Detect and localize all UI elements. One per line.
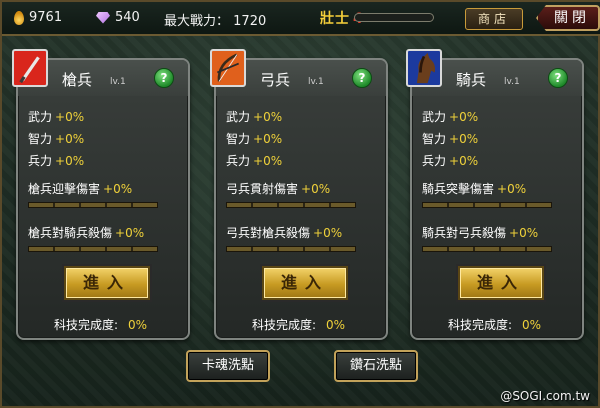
help-button[interactable]: ? xyxy=(154,68,174,88)
tech-progress: 科技完成度: 0% xyxy=(54,318,148,332)
bonus-counter-bar xyxy=(28,246,158,252)
stat-strength: 武力 +0% xyxy=(226,110,283,124)
gem-reset-button[interactable]: 鑽石洗點 xyxy=(334,350,418,382)
gold-icon xyxy=(14,10,24,25)
bonus-counter-bar xyxy=(422,246,552,252)
tech-progress: 科技完成度: 0% xyxy=(252,318,346,332)
unit-card-cavalry: 騎兵 lv.1 ? 武力 +0% 智力 +0% 兵力 +0% 騎兵突擊傷害 +0% 騎兵… xyxy=(406,49,584,340)
bonus-damage-bar xyxy=(422,202,552,208)
unit-level: lv.1 xyxy=(110,77,126,87)
help-button[interactable]: ? xyxy=(548,68,568,88)
unit-name: 弓兵 xyxy=(260,71,291,89)
unit-name: 騎兵 xyxy=(456,71,487,89)
bonus-damage-bar xyxy=(226,202,356,208)
soul-reset-button[interactable]: 卡魂洗點 xyxy=(186,350,270,382)
gold-value: 9761 xyxy=(29,10,63,25)
horse-icon xyxy=(406,49,442,87)
stat-strength: 武力 +0% xyxy=(28,110,85,124)
stat-troops: 兵力 +0% xyxy=(226,154,283,168)
bonus-counter: 騎兵對弓兵殺傷 +0% xyxy=(422,226,539,240)
game-screen: 9761 540 最大戰力： 1720 壯士4 商店 關閉 槍兵 lv.1 ? … xyxy=(0,0,600,408)
enter-button[interactable]: 進入 xyxy=(262,266,348,300)
bonus-damage: 騎兵突擊傷害 +0% xyxy=(422,182,527,196)
unit-level: lv.1 xyxy=(308,77,324,87)
bonus-damage: 弓兵貫射傷害 +0% xyxy=(226,182,331,196)
gem-counter: 540 xyxy=(96,10,140,25)
unit-name: 槍兵 xyxy=(62,71,93,89)
stat-intelligence: 智力 +0% xyxy=(226,132,283,146)
unit-level: lv.1 xyxy=(504,77,520,87)
gem-icon xyxy=(96,11,110,24)
top-bar: 9761 540 最大戰力： 1720 壯士4 商店 關閉 xyxy=(2,2,600,36)
stat-intelligence: 智力 +0% xyxy=(28,132,85,146)
shop-button[interactable]: 商店 xyxy=(465,8,523,30)
tech-progress: 科技完成度: 0% xyxy=(448,318,542,332)
bonus-damage-bar xyxy=(28,202,158,208)
close-button[interactable]: 關閉 xyxy=(536,5,600,31)
stat-strength: 武力 +0% xyxy=(422,110,479,124)
bonus-counter-bar xyxy=(226,246,356,252)
bonus-counter: 弓兵對槍兵殺傷 +0% xyxy=(226,226,343,240)
stat-troops: 兵力 +0% xyxy=(422,154,479,168)
stat-intelligence: 智力 +0% xyxy=(422,132,479,146)
rank-progress-bar xyxy=(354,13,434,22)
bow-icon xyxy=(210,49,246,87)
bonus-counter: 槍兵對騎兵殺傷 +0% xyxy=(28,226,145,240)
max-power: 最大戰力： 1720 xyxy=(164,10,266,29)
gem-value: 540 xyxy=(115,10,140,25)
watermark: @SOGI.com.tw xyxy=(500,389,590,403)
gold-counter: 9761 xyxy=(14,10,62,25)
bonus-damage: 槍兵迎擊傷害 +0% xyxy=(28,182,133,196)
max-power-label: 最大戰力： xyxy=(164,14,230,29)
help-button[interactable]: ? xyxy=(352,68,372,88)
rank-label: 壯士 xyxy=(320,11,350,27)
unit-card-spearman: 槍兵 lv.1 ? 武力 +0% 智力 +0% 兵力 +0% 槍兵迎擊傷害 +0% 槍兵… xyxy=(12,49,190,340)
stat-troops: 兵力 +0% xyxy=(28,154,85,168)
spear-icon xyxy=(12,49,48,87)
enter-button[interactable]: 進入 xyxy=(458,266,544,300)
enter-button[interactable]: 進入 xyxy=(64,266,150,300)
max-power-value: 1720 xyxy=(233,14,267,29)
unit-card-archer: 弓兵 lv.1 ? 武力 +0% 智力 +0% 兵力 +0% 弓兵貫射傷害 +0% 弓兵… xyxy=(210,49,388,340)
